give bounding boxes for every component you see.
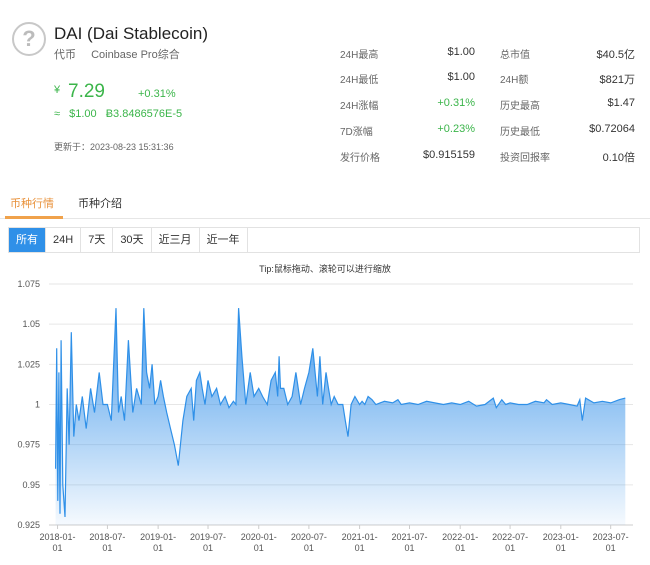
x-tick-label: 2023-01-01 xyxy=(543,532,579,553)
x-tick-label: 2021-01-01 xyxy=(342,532,378,553)
x-tick-label: 2018-01-01 xyxy=(40,532,76,553)
x-tick-label: 2019-01-01 xyxy=(140,532,176,553)
x-tick-label: 2020-07-01 xyxy=(291,532,327,553)
x-tick-label: 2023-07-01 xyxy=(593,532,629,553)
x-tick-label: 2021-07-01 xyxy=(391,532,427,553)
x-tick-label: 2020-01-01 xyxy=(241,532,277,553)
y-tick-label: 1.025 xyxy=(17,359,40,369)
y-tick-label: 1.075 xyxy=(17,279,40,289)
y-tick-label: 1.05 xyxy=(22,319,40,329)
price-chart[interactable]: 0.925 0.95 0.975 1 1.025 1.05 1.075 2018-01-01… xyxy=(0,0,650,565)
x-tick-label: 2018-07-01 xyxy=(89,532,125,553)
y-tick-label: 0.975 xyxy=(17,440,40,450)
x-tick-label: 2022-01-01 xyxy=(442,532,478,553)
x-tick-label: 2022-07-01 xyxy=(492,532,528,553)
y-tick-label: 0.95 xyxy=(22,480,40,490)
x-tick-label: 2019-07-01 xyxy=(190,532,226,553)
y-tick-label: 1 xyxy=(35,400,40,410)
price-area xyxy=(55,308,626,525)
y-tick-label: 0.925 xyxy=(17,520,40,530)
